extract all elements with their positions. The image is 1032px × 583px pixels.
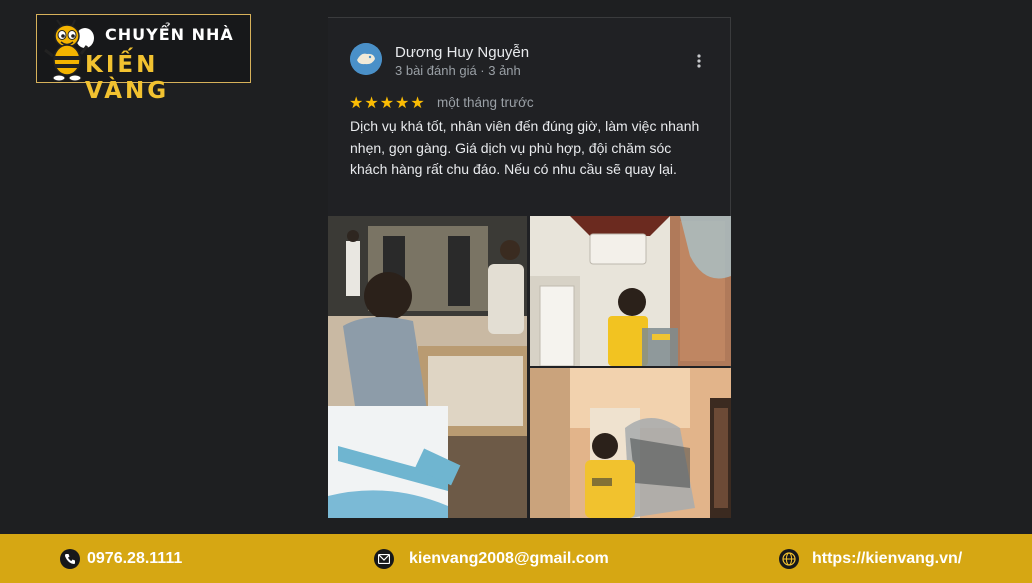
reviewer-name[interactable]: Dương Huy Nguyễn — [395, 44, 529, 61]
reviewer-meta: 3 bài đánh giá · 3 ảnh — [395, 63, 521, 78]
logo-text-line2: KIẾN VÀNG — [85, 52, 170, 104]
footer-website[interactable]: https://kienvang.vn/ — [779, 534, 962, 583]
review-time: một tháng trước — [437, 95, 534, 110]
more-vert-icon[interactable] — [696, 53, 702, 69]
avatar[interactable] — [350, 43, 382, 75]
phone-number[interactable]: 0976.28.1111 — [87, 550, 182, 568]
review-photo-2[interactable] — [530, 216, 731, 366]
review-photos — [328, 216, 731, 518]
phone-icon — [60, 548, 80, 569]
email-address[interactable]: kienvang2008@gmail.com — [409, 550, 609, 568]
website-url[interactable]: https://kienvang.vn/ — [812, 550, 962, 568]
globe-icon — [779, 548, 799, 569]
review-text: Dịch vụ khá tốt, nhân viên đến đúng giờ,… — [350, 118, 700, 177]
logo-text-line1: CHUYỂN NHÀ — [105, 25, 234, 44]
email-icon — [374, 548, 394, 569]
footer-phone[interactable]: 0976.28.1111 — [60, 534, 182, 583]
review-card: Dương Huy Nguyễn 3 bài đánh giá · 3 ảnh … — [328, 17, 731, 518]
footer-email[interactable]: kienvang2008@gmail.com — [374, 534, 609, 583]
review-photo-1[interactable] — [328, 216, 527, 518]
review-photo-3[interactable] — [530, 368, 731, 518]
brand-logo: CHUYỂN NHÀ KIẾN VÀNG — [36, 14, 251, 104]
star-rating: ★★★★★ — [349, 95, 426, 112]
footer-bar: 0976.28.1111 kienvang2008@gmail.com http… — [0, 534, 1032, 583]
